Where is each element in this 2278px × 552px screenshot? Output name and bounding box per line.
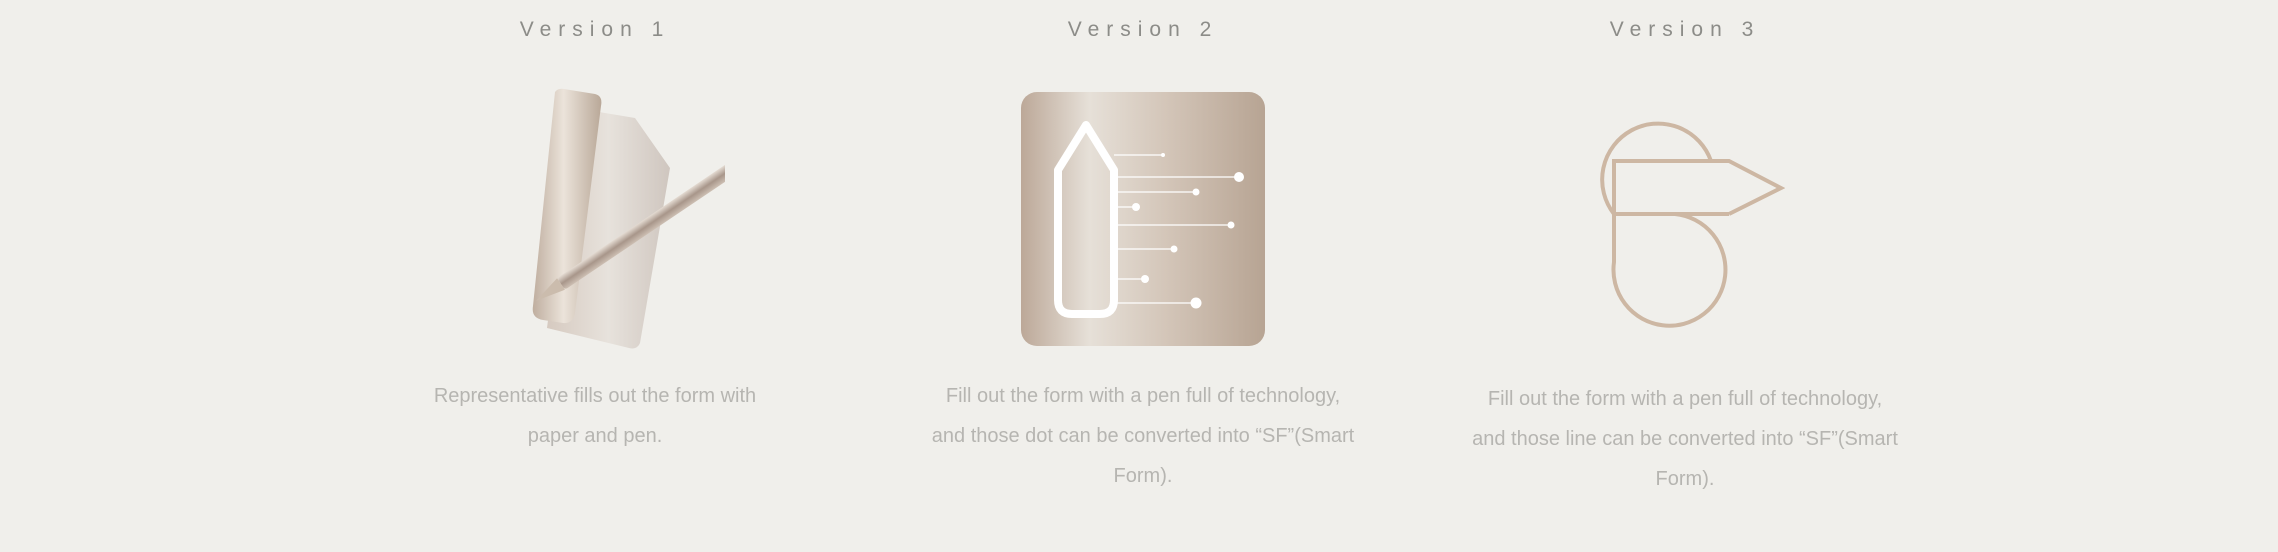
version-1-description: Representative fills out the form with p… — [380, 376, 810, 456]
description-line: Form). — [1113, 465, 1173, 487]
description-line: paper and pen. — [527, 425, 663, 447]
tech-pen-icon — [1021, 92, 1265, 346]
description-line: and those line can be converted into “SF… — [1472, 428, 1898, 450]
version-2-description: Fill out the form with a pen full of tec… — [893, 376, 1393, 496]
paper-and-pen-icon — [532, 88, 725, 349]
version-1-title: Version 1 — [519, 18, 671, 41]
description-line: and those dot can be converted into “SF”… — [931, 425, 1355, 447]
description-line: Fill out the form with a pen full of tec… — [945, 385, 1341, 407]
description-line: Form). — [1655, 468, 1715, 490]
description-line: Representative fills out the form with — [433, 385, 757, 407]
sf-line-logo-icon — [1600, 121, 1785, 328]
version-3-description: Fill out the form with a pen full of tec… — [1430, 379, 1940, 499]
description-line: Fill out the form with a pen full of tec… — [1487, 388, 1883, 410]
version-2-title: Version 2 — [1067, 18, 1219, 41]
version-3-title: Version 3 — [1609, 18, 1761, 41]
